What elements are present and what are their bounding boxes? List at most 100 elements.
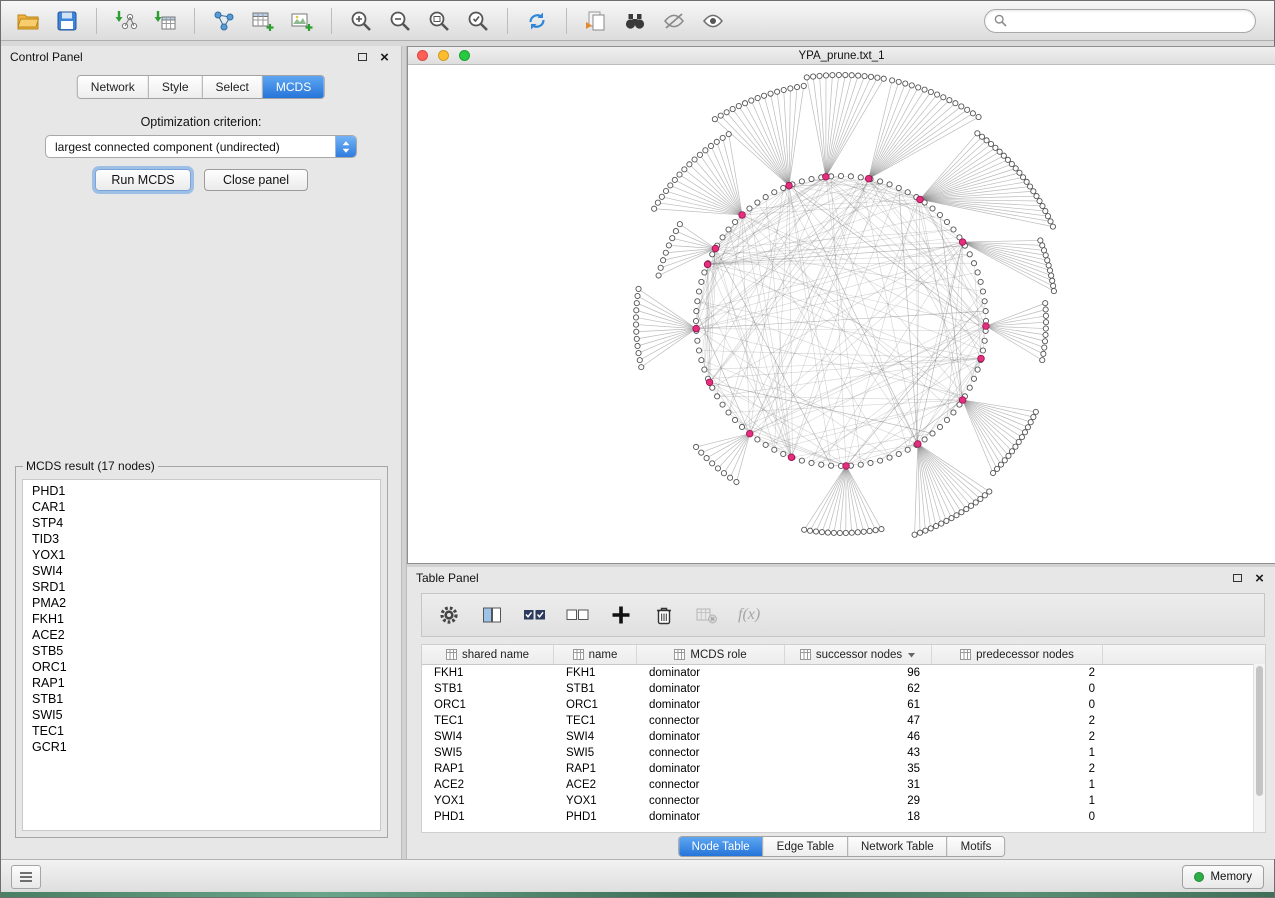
tab-network-table[interactable]: Network Table (847, 837, 947, 856)
zoom-fit-icon[interactable] (424, 6, 454, 36)
deselect-all-rows-icon[interactable] (566, 603, 590, 627)
open-session-icon[interactable] (13, 6, 43, 36)
cell-shared-name: ORC1 (422, 697, 554, 713)
minimize-window-icon[interactable] (438, 50, 449, 61)
float-panel-button[interactable] (355, 50, 370, 65)
list-item[interactable]: CAR1 (32, 499, 380, 515)
optimization-criterion-label: Optimization criterion: (1, 115, 401, 129)
column-header-predecessor-nodes[interactable]: predecessor nodes (932, 645, 1103, 664)
tab-motifs[interactable]: Motifs (947, 837, 1005, 856)
column-header-MCDS-role[interactable]: MCDS role (637, 645, 785, 664)
close-table-panel-button[interactable]: × (1252, 571, 1267, 586)
run-mcds-button[interactable]: Run MCDS (95, 169, 191, 191)
table-row[interactable]: RAP1RAP1dominator352 (422, 761, 1265, 777)
tab-network[interactable]: Network (78, 76, 148, 98)
hide-selected-icon[interactable] (659, 6, 689, 36)
zoom-in-icon[interactable] (346, 6, 376, 36)
cell-name: TEC1 (554, 713, 637, 729)
table-row[interactable]: SWI4SWI4dominator462 (422, 729, 1265, 745)
table-row[interactable]: YOX1YOX1connector291 (422, 793, 1265, 809)
close-mcds-panel-button[interactable]: Close panel (204, 169, 308, 191)
export-image-icon[interactable] (287, 6, 317, 36)
cell-predecessor-nodes: 2 (932, 713, 1103, 729)
search-box[interactable] (984, 9, 1256, 33)
cell-predecessor-nodes: 2 (932, 761, 1103, 777)
search-neighbors-icon[interactable] (620, 6, 650, 36)
new-network-icon[interactable] (209, 6, 239, 36)
table-row[interactable]: TEC1TEC1connector472 (422, 713, 1265, 729)
table-row[interactable]: PHD1PHD1dominator180 (422, 809, 1265, 825)
float-table-panel-button[interactable] (1230, 571, 1245, 586)
cell-predecessor-nodes: 0 (932, 681, 1103, 697)
control-panel: Control Panel × NetworkStyleSelectMCDS O… (1, 46, 401, 859)
cell-mcds-role: dominator (637, 809, 785, 825)
copy-share-icon[interactable] (581, 6, 611, 36)
column-header-successor-nodes[interactable]: successor nodes (785, 645, 932, 664)
tab-mcds[interactable]: MCDS (262, 76, 324, 98)
table-row[interactable]: ORC1ORC1dominator610 (422, 697, 1265, 713)
table-settings-gear-icon[interactable] (437, 603, 461, 627)
show-all-icon[interactable] (698, 6, 728, 36)
delete-column-icon[interactable] (652, 603, 676, 627)
table-row[interactable]: SWI5SWI5connector431 (422, 745, 1265, 761)
select-all-rows-icon[interactable] (523, 603, 547, 627)
list-item[interactable]: SWI5 (32, 707, 380, 723)
list-item[interactable]: ORC1 (32, 659, 380, 675)
list-item[interactable]: ACE2 (32, 627, 380, 643)
cell-mcds-role: dominator (637, 729, 785, 745)
list-item[interactable]: RAP1 (32, 675, 380, 691)
list-item[interactable]: STP4 (32, 515, 380, 531)
list-item[interactable]: STB5 (32, 643, 380, 659)
import-network-file-icon[interactable] (111, 6, 141, 36)
maximize-window-icon[interactable] (459, 50, 470, 61)
cell-name: FKH1 (554, 665, 637, 681)
memory-button[interactable]: Memory (1182, 865, 1264, 889)
list-item[interactable]: TEC1 (32, 723, 380, 739)
list-item[interactable]: FKH1 (32, 611, 380, 627)
close-panel-button[interactable]: × (377, 50, 392, 65)
tab-style[interactable]: Style (148, 76, 202, 98)
cell-shared-name: ACE2 (422, 777, 554, 793)
cell-mcds-role: connector (637, 793, 785, 809)
criterion-dropdown[interactable]: largest connected component (undirected) (45, 135, 357, 158)
list-item[interactable]: GCR1 (32, 739, 380, 755)
tab-select[interactable]: Select (202, 76, 262, 98)
node-table-header: shared namenameMCDS rolesuccessor nodesp… (422, 645, 1265, 665)
list-item[interactable]: YOX1 (32, 547, 380, 563)
import-table-file-icon[interactable] (150, 6, 180, 36)
table-row[interactable]: FKH1FKH1dominator962 (422, 665, 1265, 681)
list-item[interactable]: TID3 (32, 531, 380, 547)
table-row[interactable]: STB1STB1dominator620 (422, 681, 1265, 697)
dropdown-stepper-icon (335, 136, 356, 157)
column-header-name[interactable]: name (554, 645, 637, 664)
scrollbar-thumb[interactable] (1256, 666, 1263, 796)
network-graph-canvas[interactable] (408, 65, 1275, 564)
column-header-shared-name[interactable]: shared name (422, 645, 554, 664)
show-columns-icon[interactable] (480, 603, 504, 627)
search-input[interactable] (1013, 13, 1246, 29)
memory-label: Memory (1210, 871, 1252, 883)
list-item[interactable]: SRD1 (32, 579, 380, 595)
list-item[interactable]: PHD1 (32, 483, 380, 499)
zoom-selected-icon[interactable] (463, 6, 493, 36)
cell-successor-nodes: 96 (785, 665, 932, 681)
network-window-titlebar[interactable]: YPA_prune.txt_1 (408, 47, 1275, 65)
status-menu-button[interactable] (11, 865, 41, 889)
close-window-icon[interactable] (417, 50, 428, 61)
zoom-out-icon[interactable] (385, 6, 415, 36)
new-table-icon[interactable] (248, 6, 278, 36)
table-scrollbar[interactable] (1253, 664, 1265, 832)
save-session-icon[interactable] (52, 6, 82, 36)
add-column-icon[interactable] (609, 603, 633, 627)
toolbar-separator (96, 8, 97, 34)
column-header-filler (1103, 645, 1265, 664)
table-row[interactable]: ACE2ACE2connector311 (422, 777, 1265, 793)
tab-edge-table[interactable]: Edge Table (763, 837, 847, 856)
list-item[interactable]: SWI4 (32, 563, 380, 579)
cell-successor-nodes: 29 (785, 793, 932, 809)
list-item[interactable]: PMA2 (32, 595, 380, 611)
list-item[interactable]: STB1 (32, 691, 380, 707)
refresh-icon[interactable] (522, 6, 552, 36)
mcds-result-list[interactable]: PHD1CAR1STP4TID3YOX1SWI4SRD1PMA2FKH1ACE2… (22, 479, 381, 831)
tab-node-table[interactable]: Node Table (679, 837, 763, 856)
